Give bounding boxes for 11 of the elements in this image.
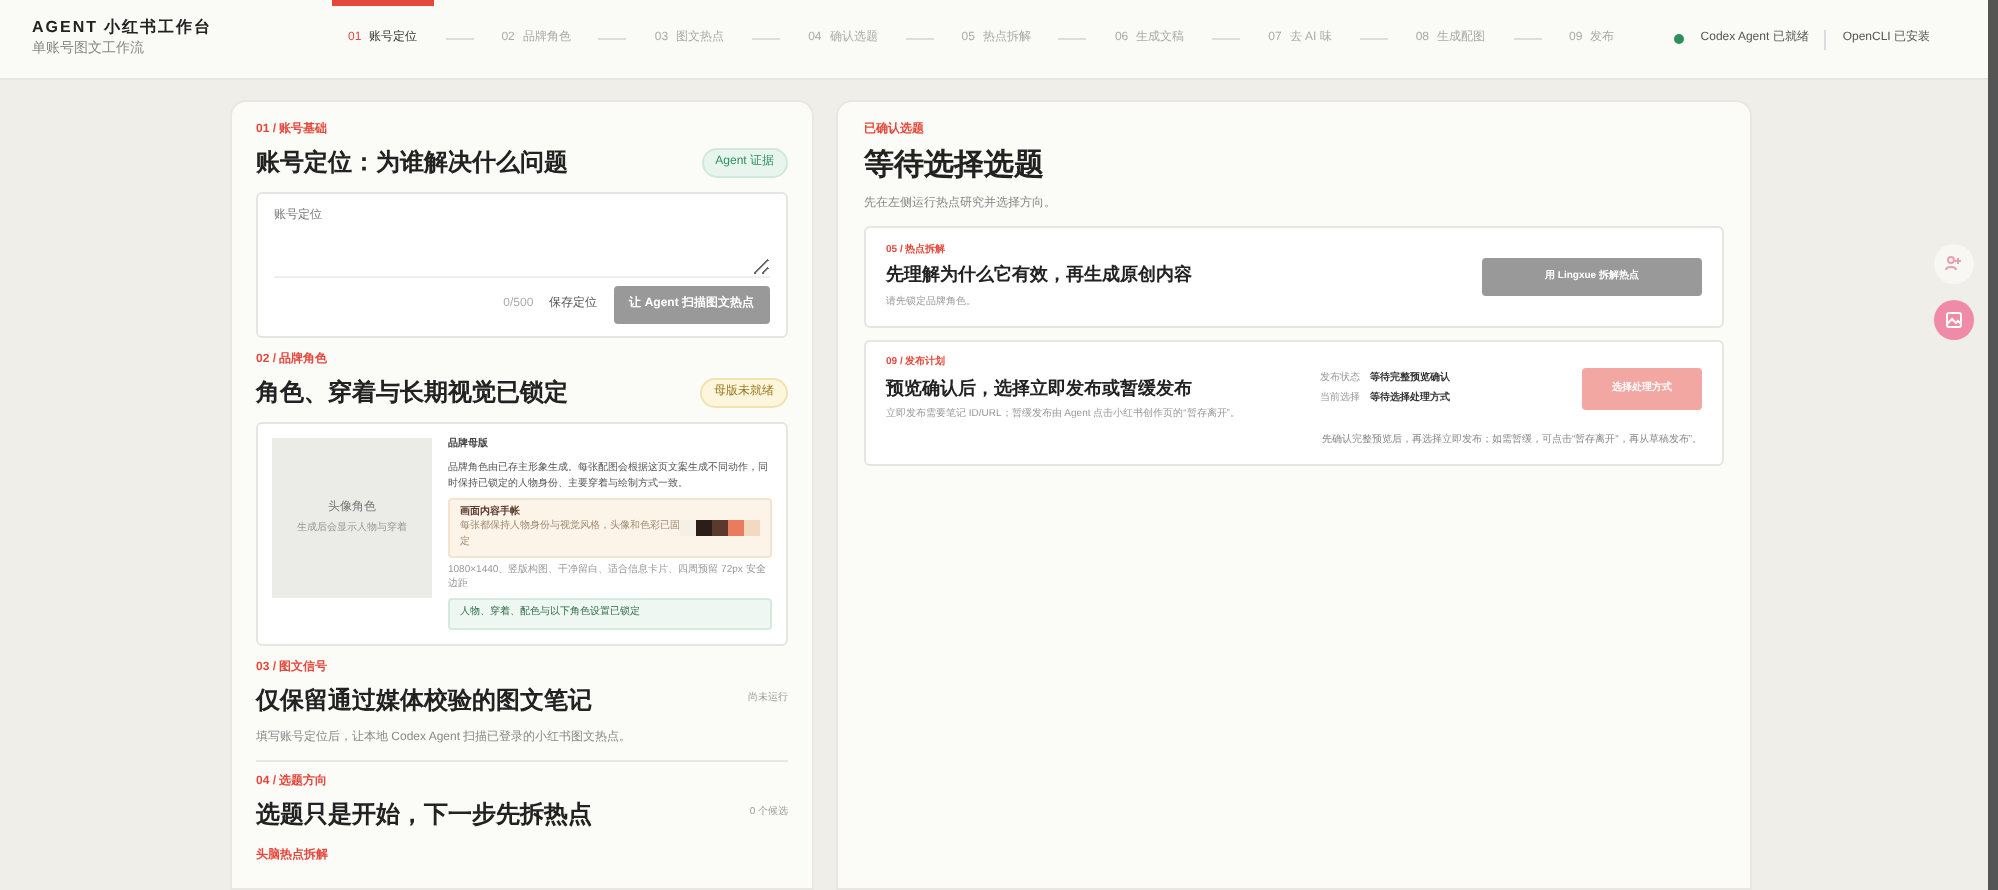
section-title: 选题只是开始，下一步先拆热点 bbox=[256, 797, 592, 831]
section-title: 等待选择选题 bbox=[864, 146, 1046, 186]
section-title: 角色、穿着与长期视觉已锁定 bbox=[256, 376, 568, 410]
people-icon[interactable] bbox=[1934, 244, 1974, 284]
scrollbar[interactable] bbox=[1988, 0, 1998, 890]
section-title: 账号定位：为谁解决什么问题 bbox=[256, 146, 568, 180]
card-title: 先理解为什么它有效，再生成原创内容 bbox=[886, 262, 1192, 288]
card-title: 预览确认后，选择立即发布或暂缓发布 bbox=[886, 375, 1194, 401]
section-title: 仅保留通过媒体校验的图文笔记 bbox=[256, 683, 592, 717]
image-icon[interactable] bbox=[1934, 300, 1974, 340]
app-title: AGENT 小红书工作台 bbox=[32, 16, 215, 40]
